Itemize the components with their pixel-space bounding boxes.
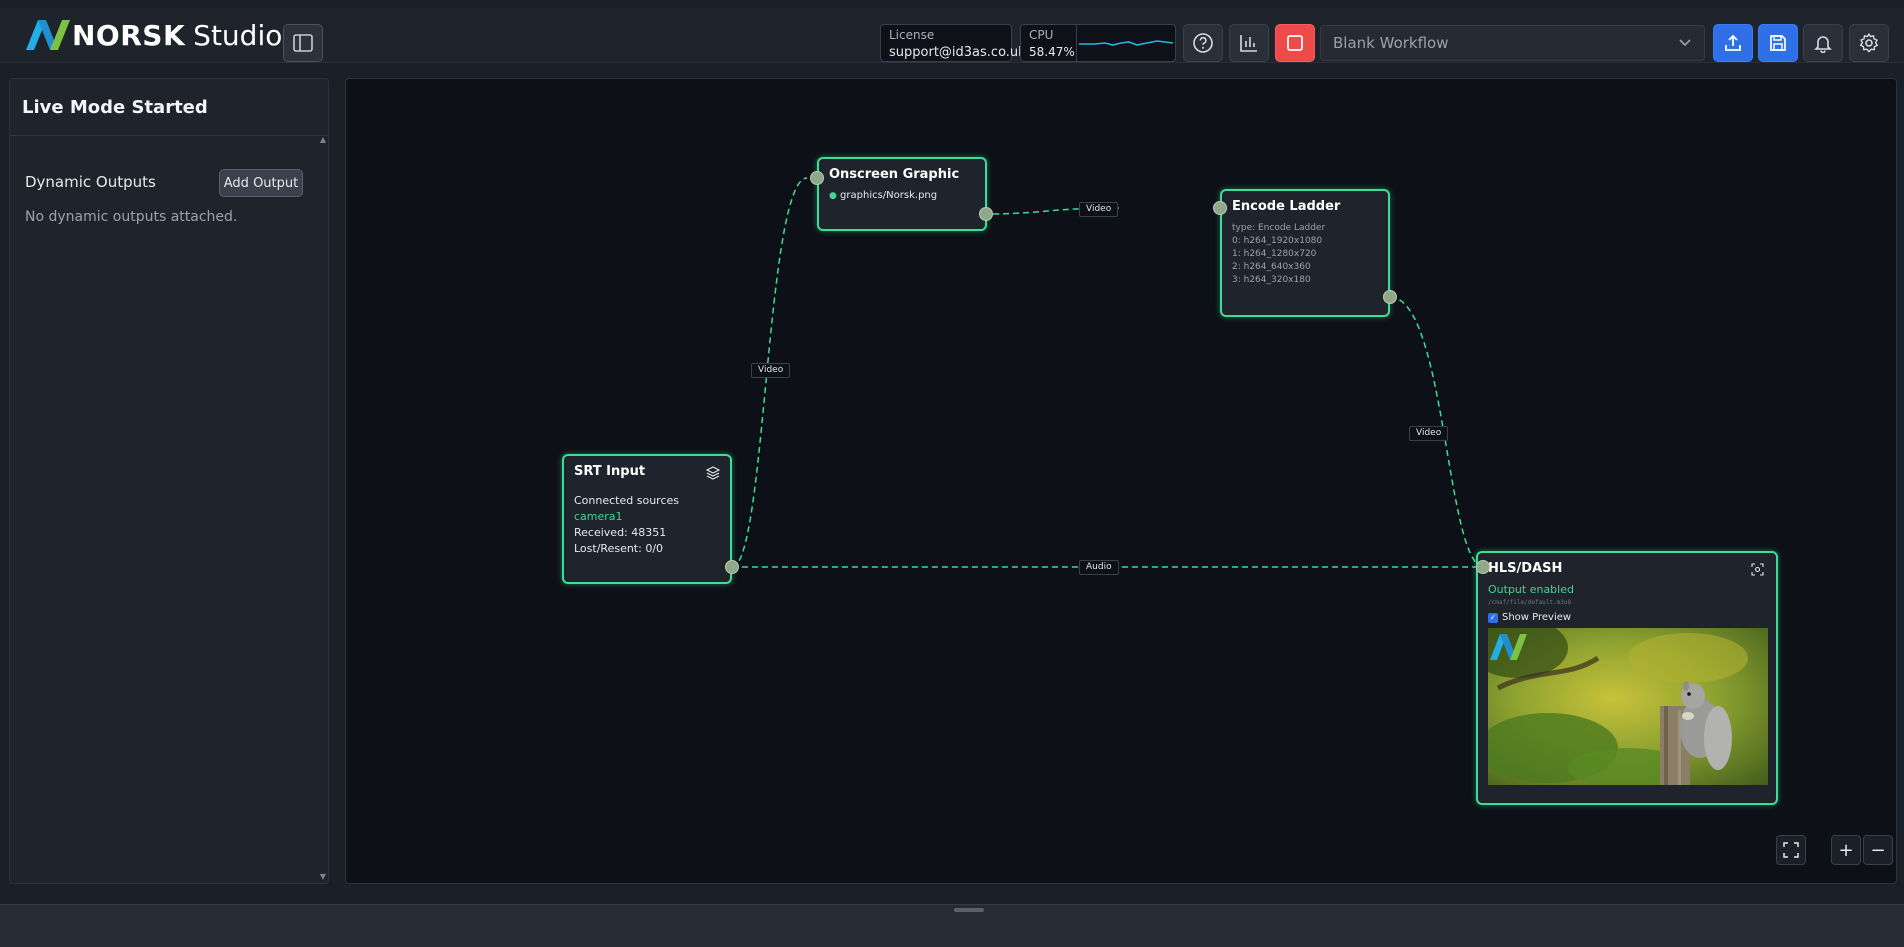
- cpu-value: 58.47%: [1029, 45, 1075, 59]
- output-path: /cmaf/file/default.m3u8: [1488, 599, 1572, 606]
- edge-label-srt-hls: Audio: [1079, 560, 1119, 575]
- ladder-input-handle[interactable]: [1213, 201, 1227, 215]
- cpu-graph: [1077, 25, 1175, 61]
- show-preview-checkbox[interactable]: ✓: [1488, 612, 1498, 623]
- received-count: Received: 48351: [574, 526, 667, 539]
- layers-icon[interactable]: [706, 466, 720, 480]
- srt-input-node[interactable]: SRT Input Connected sources camera1 Rece…: [562, 454, 732, 584]
- chevron-down-icon: [1679, 39, 1691, 47]
- ladder-output-handle[interactable]: [1383, 290, 1397, 304]
- node-title: Encode Ladder: [1232, 199, 1341, 214]
- show-preview-label: Show Preview: [1502, 612, 1572, 623]
- srt-output-handle[interactable]: [725, 560, 739, 574]
- zoom-in-button[interactable]: +: [1831, 835, 1861, 865]
- add-output-button[interactable]: Add Output: [219, 169, 303, 197]
- show-preview-row: ✓ Show Preview: [1488, 612, 1571, 623]
- upload-icon: [1725, 34, 1741, 51]
- save-button[interactable]: [1758, 24, 1798, 62]
- norsk-studio-logo: NORSK Studio: [24, 18, 282, 52]
- fullscreen-icon: [1783, 842, 1799, 858]
- edge-label-srt-graphic: Video: [751, 363, 791, 378]
- encode-ladder-node[interactable]: Encode Ladder type: Encode Ladder 0: h26…: [1220, 189, 1390, 317]
- toggle-sidebar-button[interactable]: [283, 24, 323, 62]
- stop-icon: [1287, 35, 1303, 51]
- dynamic-outputs-title: Dynamic Outputs: [25, 173, 156, 191]
- node-title: HLS/DASH: [1488, 561, 1563, 576]
- upload-button[interactable]: [1713, 24, 1753, 62]
- ladder-type: type: Encode Ladder: [1232, 223, 1326, 233]
- help-icon: [1193, 33, 1213, 53]
- ladder-rung: 0: h264_1920x1080: [1232, 236, 1323, 246]
- edge-label-graphic-ladder: Video: [1079, 202, 1119, 217]
- graphic-input-handle[interactable]: [810, 171, 824, 185]
- scroll-down-arrow[interactable]: ▼: [320, 872, 326, 881]
- left-panel: Live Mode Started ▲ Dynamic Outputs Add …: [9, 78, 329, 884]
- workflow-select-value: Blank Workflow: [1333, 34, 1449, 52]
- fit-view-button[interactable]: [1776, 835, 1806, 865]
- workflow-canvas[interactable]: Video Video Video Audio SRT Input Connec…: [345, 78, 1897, 884]
- minus-icon: −: [1870, 839, 1886, 861]
- cpu-label: CPU: [1029, 28, 1054, 42]
- settings-button[interactable]: [1849, 24, 1889, 62]
- ladder-rung: 1: h264_1280x720: [1232, 249, 1317, 259]
- stats-icon: [1240, 35, 1257, 52]
- onscreen-graphic-node[interactable]: Onscreen Graphic ● graphics/Norsk.png: [817, 157, 987, 231]
- plus-icon: +: [1838, 839, 1854, 861]
- gear-icon: [1859, 33, 1879, 53]
- help-button[interactable]: [1183, 24, 1223, 62]
- connected-sources-label: Connected sources: [574, 494, 679, 507]
- graphic-file-path: graphics/Norsk.png: [840, 190, 938, 201]
- graphic-file: ● graphics/Norsk.png: [829, 190, 938, 201]
- ladder-rung: 3: h264_320x180: [1232, 275, 1311, 285]
- stop-live-button[interactable]: [1275, 24, 1315, 62]
- node-title: SRT Input: [574, 464, 646, 479]
- product-name: Studio: [193, 18, 283, 52]
- screenshot-icon[interactable]: [1751, 563, 1764, 576]
- lost-resent-count: Lost/Resent: 0/0: [574, 542, 664, 555]
- workflow-select[interactable]: Blank Workflow: [1320, 25, 1705, 61]
- brand-name: NORSK: [72, 18, 186, 52]
- graphic-output-handle[interactable]: [979, 207, 993, 221]
- hls-dash-node[interactable]: HLS/DASH Output enabled /cmaf/file/defau…: [1476, 551, 1778, 805]
- panel-title: Live Mode Started: [22, 97, 208, 118]
- hls-input-handle[interactable]: [1476, 560, 1490, 574]
- bell-icon: [1814, 36, 1832, 53]
- notifications-button[interactable]: [1803, 24, 1843, 62]
- node-title: Onscreen Graphic: [829, 167, 960, 182]
- output-status: Output enabled: [1488, 583, 1574, 596]
- license-value: support@id3as.co.uk: [889, 45, 1026, 60]
- bottom-panel-bar: [0, 904, 1904, 947]
- top-bar: NORSK Studio License support@id3as.co.uk…: [0, 8, 1904, 63]
- license-info: License support@id3as.co.uk: [880, 24, 1026, 62]
- edge-label-ladder-hls: Video: [1409, 426, 1449, 441]
- zoom-out-button[interactable]: −: [1863, 835, 1893, 865]
- scroll-up-arrow[interactable]: ▲: [320, 135, 326, 144]
- stream-preview-image: [1488, 628, 1768, 785]
- resize-handle[interactable]: [954, 908, 984, 912]
- source-name: camera1: [574, 510, 623, 523]
- divider: [10, 135, 328, 136]
- save-icon: [1770, 35, 1786, 51]
- cpu-monitor: CPU 58.47%: [1020, 24, 1176, 62]
- norsk-logo-icon: [26, 20, 70, 50]
- statistics-button[interactable]: [1229, 24, 1269, 62]
- license-label: License: [889, 28, 935, 42]
- ladder-rung: 2: h264_640x360: [1232, 262, 1311, 272]
- empty-outputs-message: No dynamic outputs attached.: [25, 209, 238, 225]
- sidebar-icon: [293, 34, 313, 52]
